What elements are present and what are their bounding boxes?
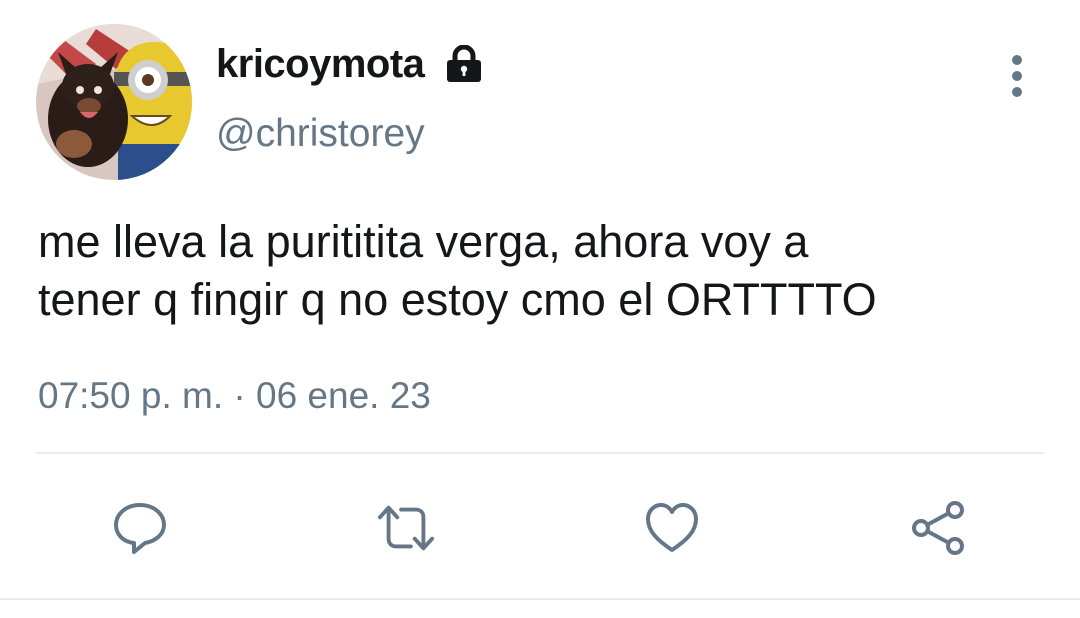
retweet-icon [377, 505, 435, 551]
divider [0, 598, 1080, 600]
share-button[interactable] [908, 498, 968, 558]
share-icon [912, 501, 964, 555]
tweet-text-line: tener q fingir q no estoy cmo el ORTTTTO [38, 274, 877, 325]
avatar[interactable] [36, 24, 192, 180]
divider [36, 452, 1044, 454]
heart-icon [646, 503, 698, 552]
lock-icon [444, 44, 484, 85]
user-name-row: kricoymota [216, 42, 484, 87]
reply-button[interactable] [110, 498, 170, 558]
display-name[interactable]: kricoymota [216, 42, 425, 87]
avatar-photo [36, 24, 192, 180]
tweet-timestamp[interactable]: 07:50 p. m. · 06 ene. 23 [38, 375, 431, 417]
tweet-text: me lleva la purititita verga, ahora voy … [38, 213, 1048, 329]
tweet-text-line: me lleva la purititita verga, ahora voy … [38, 216, 809, 267]
like-button[interactable] [642, 498, 702, 558]
user-handle[interactable]: @christorey [216, 112, 425, 156]
comment-icon [114, 503, 166, 554]
tweet-card: kricoymota @christorey me lleva la purit… [0, 0, 1080, 618]
retweet-button[interactable] [376, 498, 436, 558]
more-options-icon[interactable] [1004, 55, 1030, 97]
